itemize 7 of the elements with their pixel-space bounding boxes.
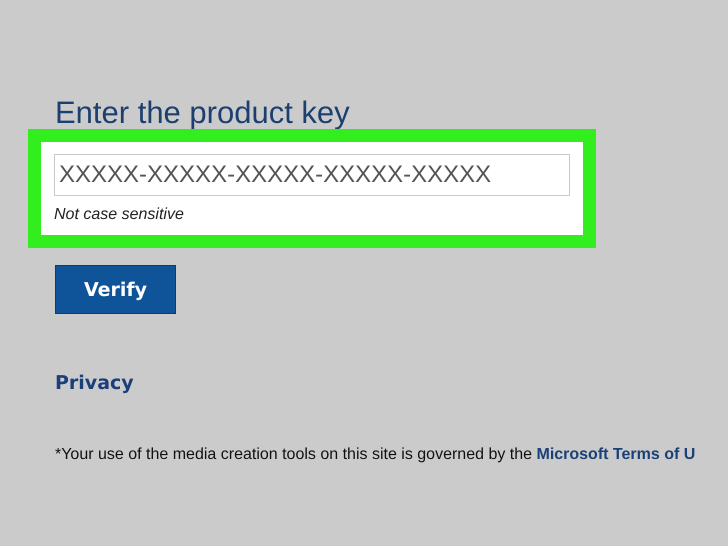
terms-link[interactable]: Microsoft Terms of U <box>536 446 696 463</box>
product-key-field[interactable]: XXXXX-XXXXX-XXXXX-XXXXX-XXXXX <box>54 154 570 196</box>
page-heading: Enter the product key <box>55 94 350 129</box>
verify-button[interactable]: Verify <box>55 265 176 314</box>
field-hint: Not case sensitive <box>54 206 185 224</box>
privacy-link[interactable]: Privacy <box>55 371 134 395</box>
terms-sentence: *Your use of the media creation tools on this site is governed by the Microsoft Terms of U <box>55 445 696 465</box>
